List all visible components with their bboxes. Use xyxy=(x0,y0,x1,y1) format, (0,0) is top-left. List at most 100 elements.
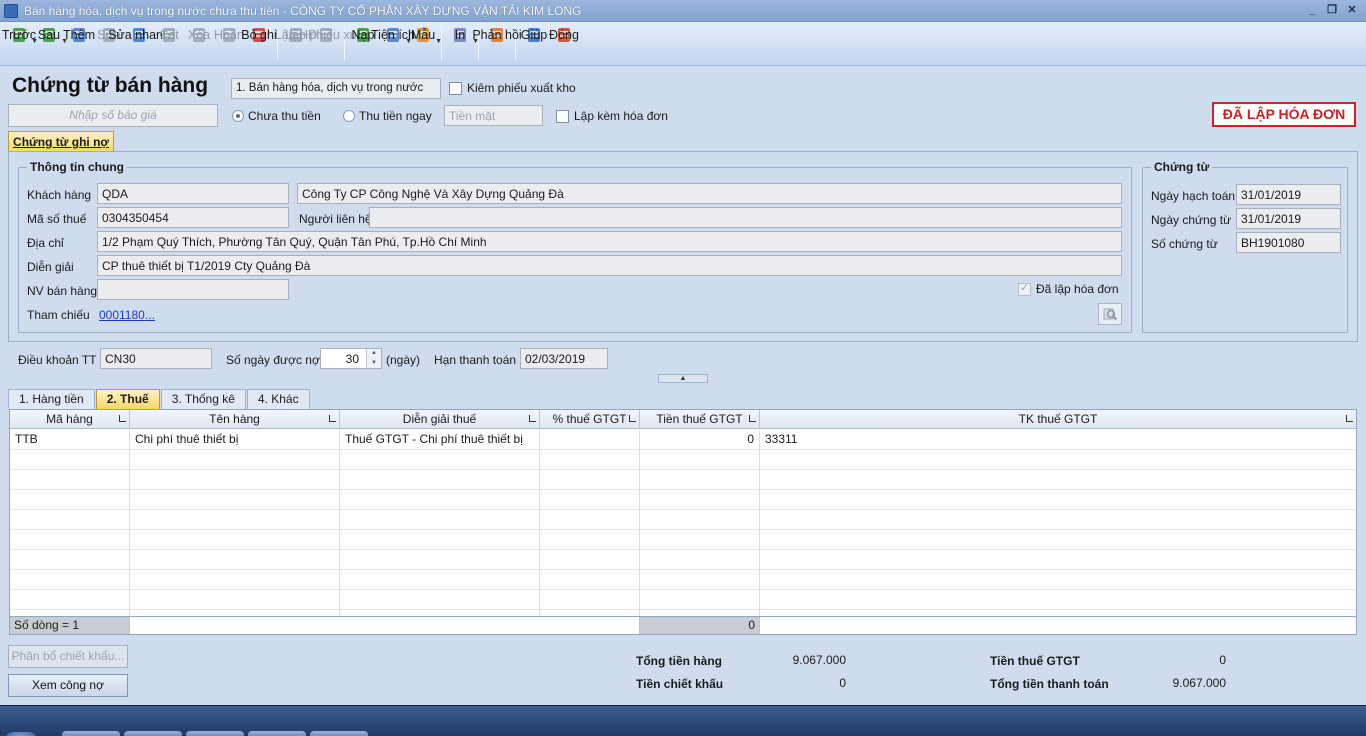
table-cell[interactable] xyxy=(130,590,340,610)
table-cell[interactable]: 0 xyxy=(640,430,760,450)
table-cell[interactable] xyxy=(540,470,640,490)
column-header[interactable]: Mã hàng xyxy=(10,410,130,429)
table-cell[interactable] xyxy=(760,450,1356,470)
contact-input[interactable] xyxy=(369,207,1122,228)
toolbar-button-0[interactable]: Trước ▼ xyxy=(2,22,38,64)
table-row[interactable] xyxy=(10,530,1356,550)
table-cell[interactable] xyxy=(760,550,1356,570)
table-row[interactable] xyxy=(10,510,1356,530)
table-cell[interactable] xyxy=(340,490,540,510)
table-cell[interactable] xyxy=(130,450,340,470)
table-cell[interactable] xyxy=(340,570,540,590)
table-cell[interactable] xyxy=(540,550,640,570)
toolbar-button-6[interactable]: Xóa xyxy=(184,22,214,64)
taskbar-item[interactable] xyxy=(62,731,120,736)
pin-icon[interactable] xyxy=(329,415,336,422)
pin-icon[interactable] xyxy=(1346,415,1353,422)
table-cell[interactable]: TTB xyxy=(10,430,130,450)
table-cell[interactable] xyxy=(760,470,1356,490)
column-header[interactable]: Tiền thuế GTGT xyxy=(640,410,760,429)
pin-icon[interactable] xyxy=(529,415,536,422)
column-header[interactable]: Tên hàng xyxy=(130,410,340,429)
table-cell[interactable] xyxy=(640,530,760,550)
table-cell[interactable] xyxy=(130,510,340,530)
chevron-down-icon[interactable]: ▼ xyxy=(435,38,442,45)
table-cell[interactable] xyxy=(640,550,760,570)
table-cell[interactable] xyxy=(130,530,340,550)
table-cell[interactable] xyxy=(760,570,1356,590)
table-cell[interactable] xyxy=(760,530,1356,550)
table-cell[interactable] xyxy=(340,450,540,470)
table-cell[interactable] xyxy=(640,470,760,490)
collapse-header-button[interactable]: ▲ xyxy=(658,374,708,383)
toolbar-button-10[interactable]: Lập phiếu xuất xyxy=(285,22,367,64)
taskbar-item[interactable] xyxy=(310,731,368,736)
restore-icon[interactable]: ❐ xyxy=(1324,3,1340,17)
table-cell[interactable] xyxy=(540,530,640,550)
view-debt-button[interactable]: Xem công nợ xyxy=(8,674,128,697)
taskbar-item[interactable] xyxy=(124,731,182,736)
table-row[interactable] xyxy=(10,450,1356,470)
table-cell[interactable] xyxy=(640,570,760,590)
table-cell[interactable] xyxy=(340,590,540,610)
posting-date-input[interactable]: 31/01/2019 xyxy=(1236,184,1341,205)
detail-tab-0[interactable]: 1. Hàng tiền xyxy=(8,389,95,409)
issue-slip-checkbox[interactable]: Kiêm phiếu xuất kho xyxy=(449,81,576,95)
toolbar-button-4[interactable]: Sửa nhanh xyxy=(108,22,170,64)
description-input[interactable]: CP thuê thiết bị T1/2019 Cty Quảng Đà xyxy=(97,255,1122,276)
address-input[interactable]: 1/2 Phạm Quý Thích, Phường Tân Quý, Quận… xyxy=(97,231,1122,252)
table-cell[interactable] xyxy=(10,570,130,590)
reference-link[interactable]: 0001180 xyxy=(99,308,145,322)
toolbar-button-2[interactable]: Thêm xyxy=(63,22,95,64)
table-row[interactable] xyxy=(10,490,1356,510)
table-row[interactable] xyxy=(10,550,1356,570)
toolbar-button-13[interactable]: Mẫu ▼ xyxy=(408,22,442,64)
checkbox-box[interactable] xyxy=(556,109,569,123)
payment-method-combo[interactable]: Tiền mặt xyxy=(444,105,543,126)
customer-name-input[interactable]: Công Ty CP Công Nghệ Và Xây Dựng Quảng Đ… xyxy=(297,183,1122,204)
checkbox-box[interactable] xyxy=(449,81,462,95)
table-cell[interactable] xyxy=(10,490,130,510)
voucher-type-combo[interactable]: 1. Bán hàng hóa, dịch vụ trong nước xyxy=(231,78,441,99)
table-cell[interactable]: Thuế GTGT - Chi phí thuê thiết bị xyxy=(340,430,540,450)
salesperson-input[interactable] xyxy=(97,279,289,300)
minimize-icon[interactable]: _ xyxy=(1304,3,1320,17)
table-cell[interactable] xyxy=(540,590,640,610)
table-cell[interactable] xyxy=(340,510,540,530)
pin-icon[interactable] xyxy=(749,415,756,422)
tab-debit-voucher[interactable]: Chứng từ ghi nợ xyxy=(8,131,114,152)
stepper-arrows[interactable]: ▲ ▼ xyxy=(366,349,381,368)
column-header[interactable]: TK thuế GTGT xyxy=(760,410,1356,429)
table-cell[interactable] xyxy=(130,490,340,510)
stepper-up-icon[interactable]: ▲ xyxy=(367,349,381,359)
toolbar-button-5[interactable]: Cất xyxy=(154,22,184,64)
table-cell[interactable] xyxy=(540,510,640,530)
toolbar-button-17[interactable]: Đóng xyxy=(549,22,579,64)
table-cell[interactable]: Chi phí thuê thiết bị xyxy=(130,430,340,450)
voucher-date-input[interactable]: 31/01/2019 xyxy=(1236,208,1341,229)
table-cell[interactable] xyxy=(540,450,640,470)
table-cell[interactable] xyxy=(130,470,340,490)
stepper-down-icon[interactable]: ▼ xyxy=(367,358,381,368)
table-cell[interactable] xyxy=(340,470,540,490)
table-cell[interactable] xyxy=(10,450,130,470)
table-cell[interactable] xyxy=(340,550,540,570)
customer-code-input[interactable]: QDA xyxy=(97,183,289,204)
issue-invoice-checkbox[interactable]: Lập kèm hóa đơn xyxy=(556,109,668,123)
table-row[interactable]: TTB Chi phí thuê thiết bị Thuế GTGT - Chi … xyxy=(10,430,1356,450)
table-cell[interactable] xyxy=(540,490,640,510)
toolbar-button-8[interactable]: Bỏ ghi xyxy=(241,22,277,64)
toolbar-button-14[interactable]: In ▼ xyxy=(445,22,479,64)
search-reference-button[interactable] xyxy=(1098,303,1122,325)
column-header[interactable]: % thuế GTGT xyxy=(540,410,640,429)
table-cell[interactable] xyxy=(10,530,130,550)
column-header[interactable]: Diễn giải thuế xyxy=(340,410,540,429)
pin-icon[interactable] xyxy=(629,415,636,422)
taskbar-item[interactable] xyxy=(248,731,306,736)
table-cell[interactable] xyxy=(640,510,760,530)
radio-dot[interactable] xyxy=(232,110,244,122)
table-cell[interactable] xyxy=(640,490,760,510)
table-cell[interactable] xyxy=(760,490,1356,510)
quote-number-input[interactable]: Nhập số báo giá xyxy=(8,104,218,127)
table-row[interactable] xyxy=(10,470,1356,490)
